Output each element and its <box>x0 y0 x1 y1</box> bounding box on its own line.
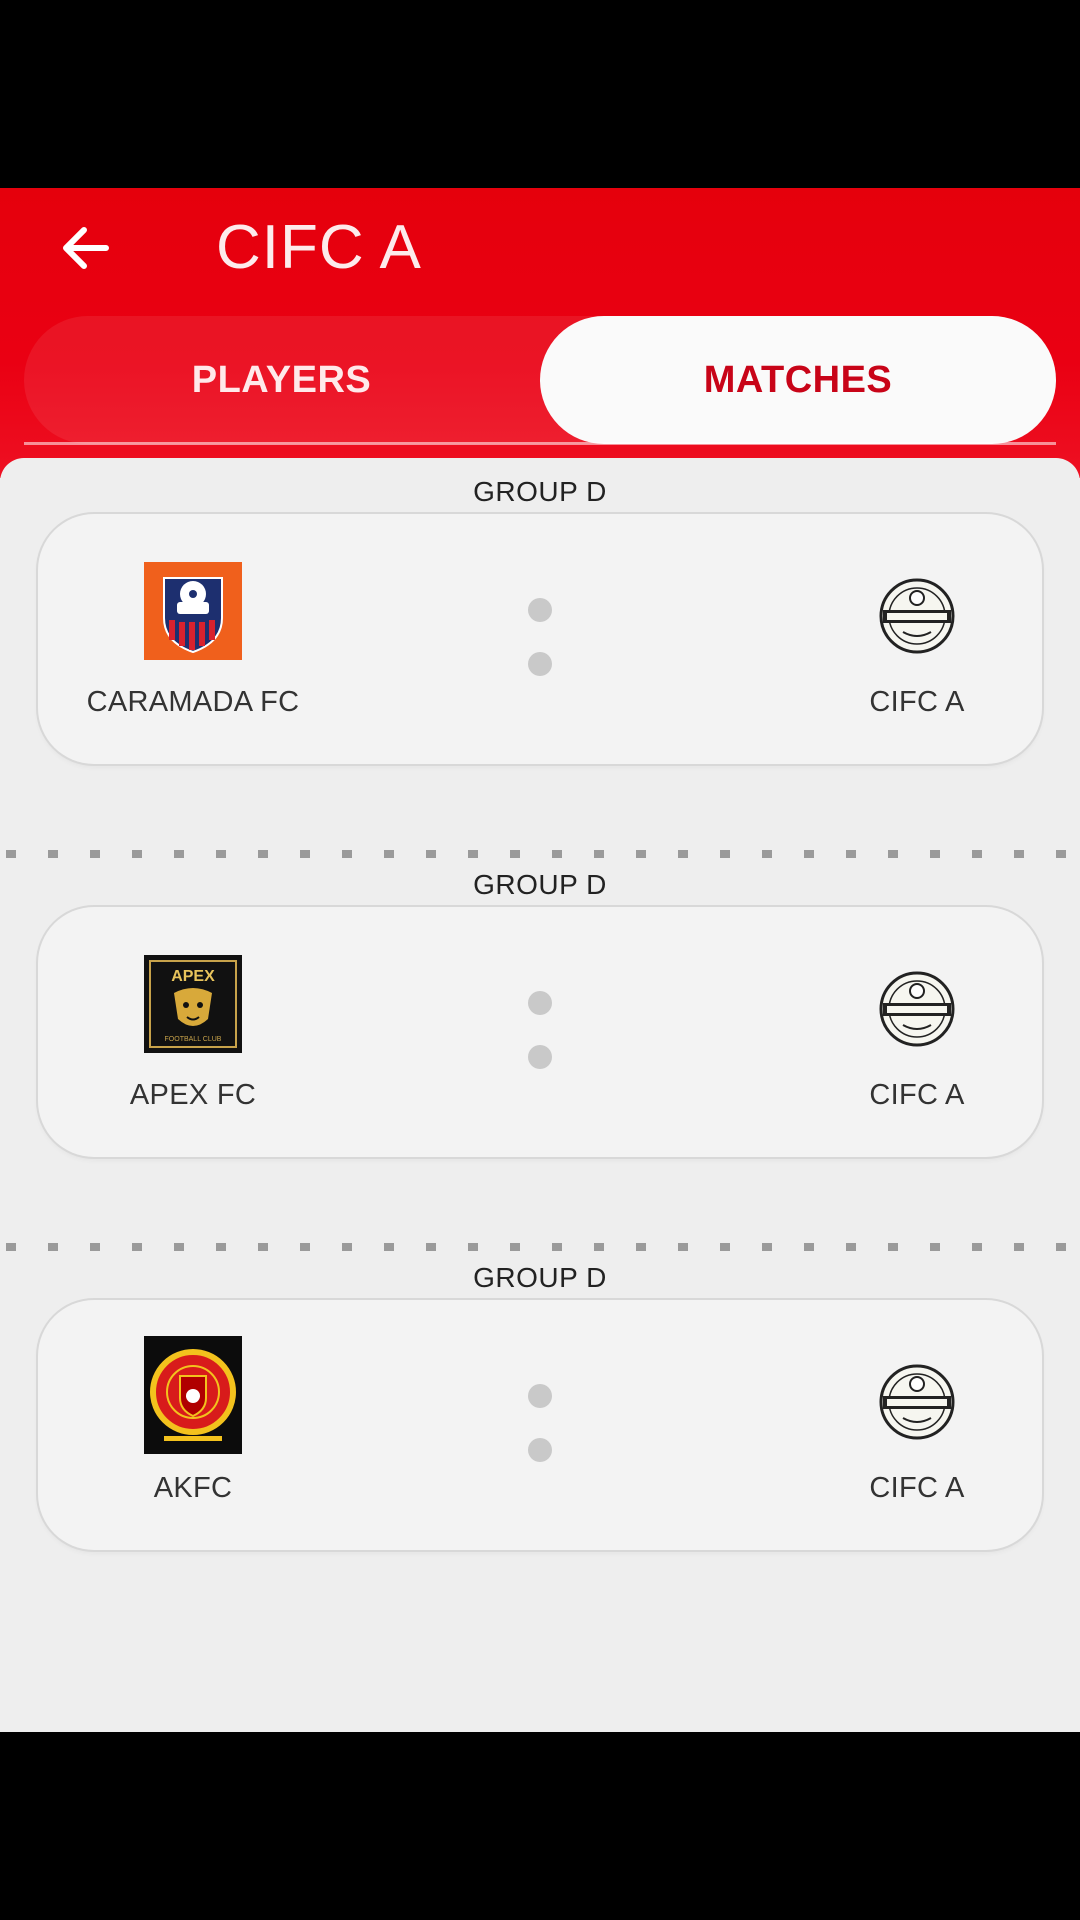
group-label: GROUP D <box>473 869 607 900</box>
svg-text:FOOTBALL CLUB: FOOTBALL CLUB <box>165 1036 222 1043</box>
home-team-name: AKFC <box>153 1472 233 1504</box>
score-dot <box>528 652 552 676</box>
match-card[interactable]: CARAMADA FC CIFC A <box>38 514 1042 764</box>
score-dot <box>528 1384 552 1408</box>
away-team-name: CIFC A <box>869 686 965 718</box>
app-window: CIFC A PLAYERS MATCHES GROUP D CARAMADA … <box>0 188 1080 1732</box>
tab-bar: PLAYERS MATCHES <box>24 316 1056 444</box>
group-label: GROUP D <box>473 1262 607 1293</box>
score-dot <box>528 1438 552 1462</box>
svg-text:APEX: APEX <box>171 968 215 985</box>
back-button[interactable] <box>52 216 116 280</box>
away-team-name: CIFC A <box>869 1472 965 1504</box>
score-dot <box>528 1045 552 1069</box>
tab-players[interactable]: PLAYERS <box>24 316 539 444</box>
apex-fc-logo-icon: APEX FOOTBALL CLUB <box>144 955 242 1053</box>
away-team: CIFC A <box>792 907 1042 1157</box>
home-team: APEX FOOTBALL CLUB APEX FC <box>38 907 348 1157</box>
away-team-name: CIFC A <box>869 1079 965 1111</box>
away-team: CIFC A <box>792 514 1042 764</box>
tab-matches[interactable]: MATCHES <box>540 316 1056 444</box>
home-team-name: CARAMADA FC <box>86 686 300 718</box>
cifc-logo-icon <box>879 971 955 1047</box>
match-card[interactable]: APEX FOOTBALL CLUB APEX FC CIFC A <box>38 907 1042 1157</box>
home-team-name: APEX FC <box>129 1079 257 1111</box>
match-card[interactable]: AKFC CIFC A <box>38 1300 1042 1550</box>
cifc-logo-icon <box>879 578 955 654</box>
away-team: CIFC A <box>792 1300 1042 1550</box>
akfc-logo-icon <box>144 1336 242 1454</box>
matches-list[interactable]: GROUP D CARAMADA FC CIFC A GROUP D APEX … <box>0 458 1080 1732</box>
score-dot <box>528 991 552 1015</box>
group-label: GROUP D <box>473 476 607 507</box>
caramada-fc-logo-icon <box>144 562 242 660</box>
divider <box>6 850 1080 858</box>
score-dot <box>528 598 552 622</box>
arrow-left-icon <box>63 227 109 269</box>
tab-underline <box>24 442 1056 445</box>
cifc-logo-icon <box>879 1364 955 1440</box>
home-team: CARAMADA FC <box>38 514 348 764</box>
home-team: AKFC <box>38 1300 348 1550</box>
app-header: CIFC A PLAYERS MATCHES <box>0 188 1080 478</box>
divider <box>6 1243 1080 1251</box>
page-title: CIFC A <box>216 213 422 282</box>
screen: CIFC A PLAYERS MATCHES GROUP D CARAMADA … <box>0 0 1080 1920</box>
